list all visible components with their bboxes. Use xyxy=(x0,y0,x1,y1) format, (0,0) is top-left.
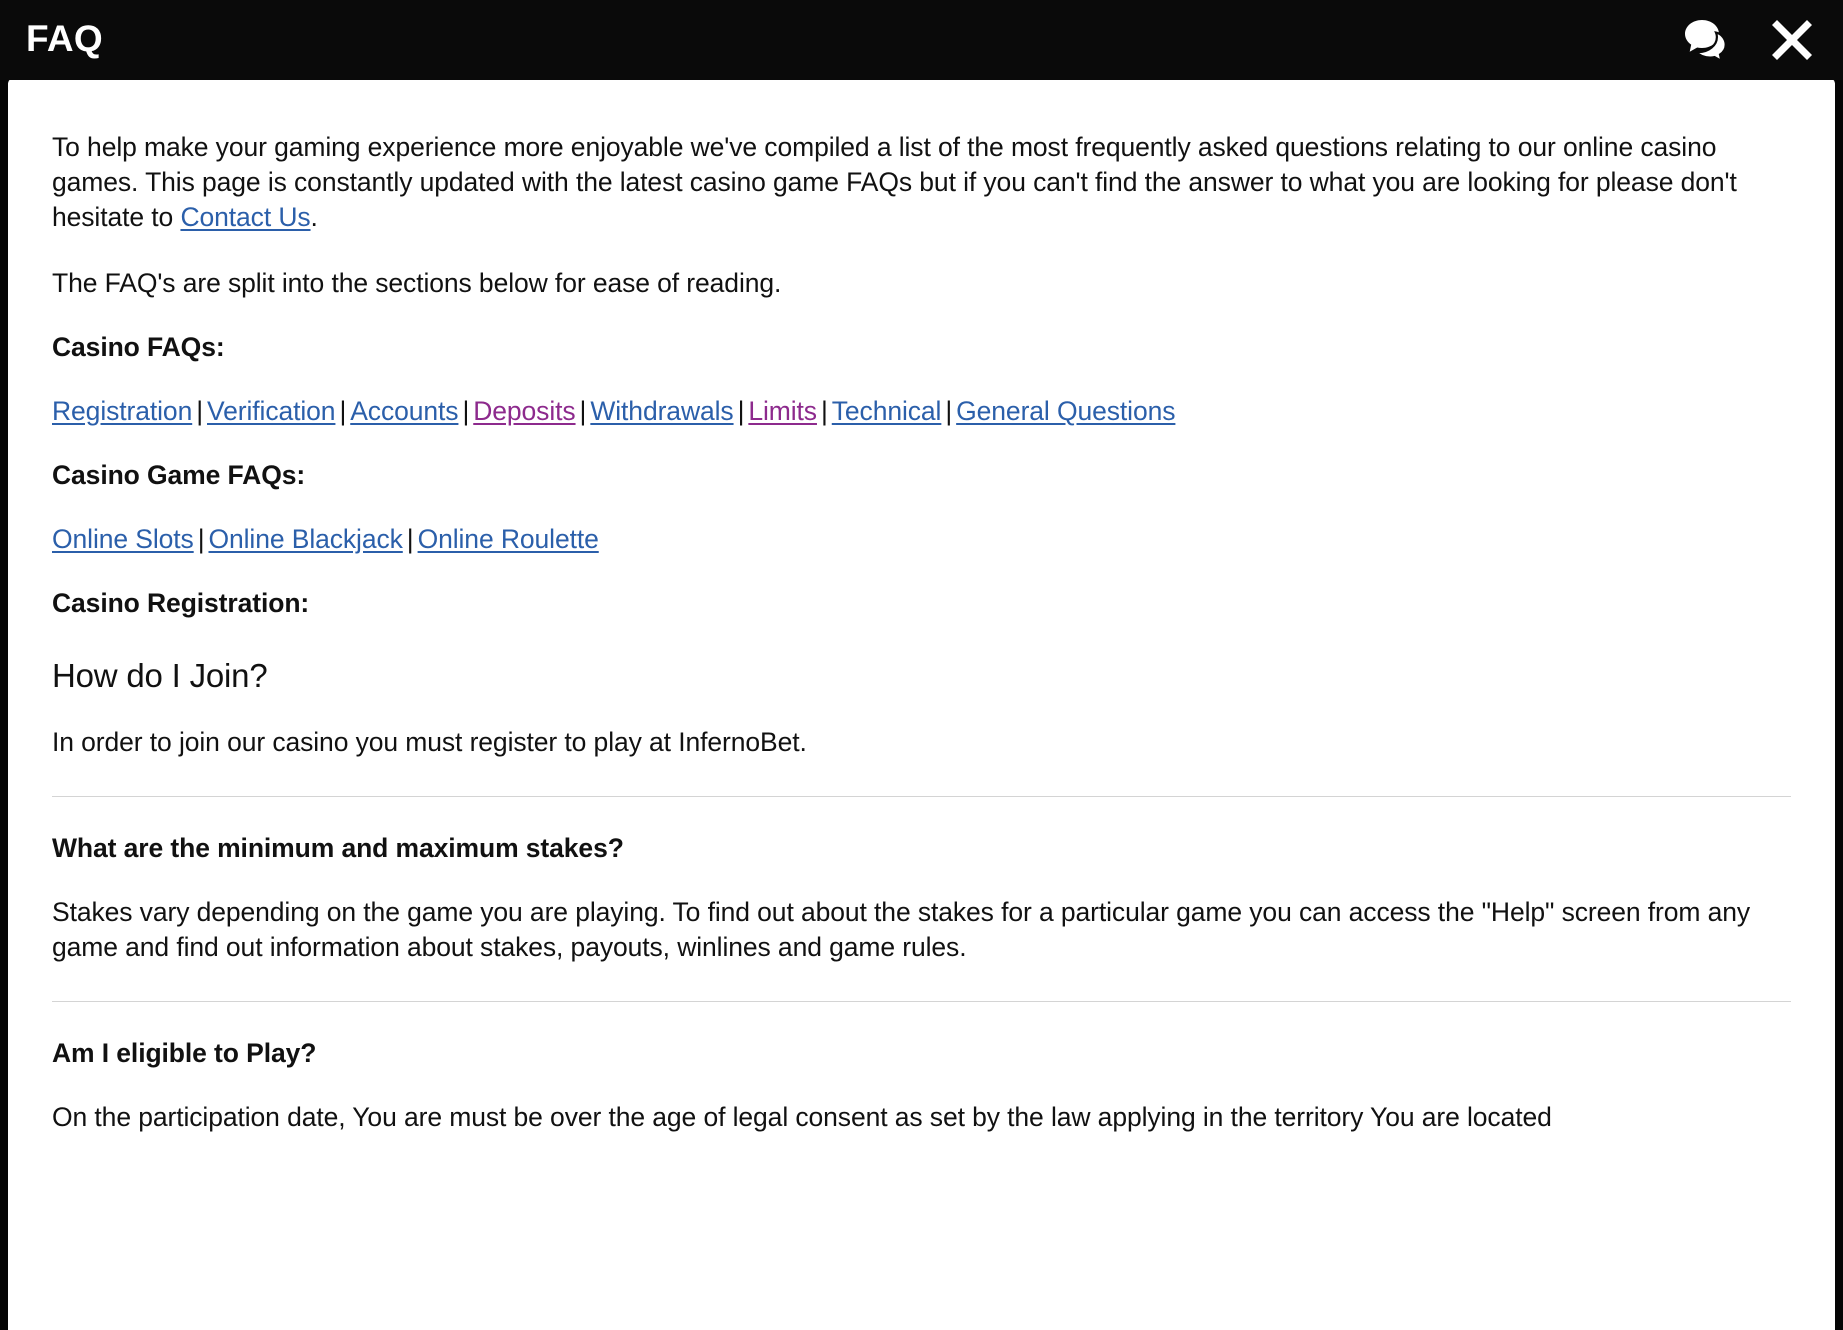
link-online-roulette[interactable]: Online Roulette xyxy=(418,524,599,554)
casino-faqs-link-row: Registration | Verification | Accounts | Depos… xyxy=(52,394,1791,429)
link-separator: | xyxy=(820,395,828,426)
modal-header: FAQ xyxy=(0,0,1843,80)
page-title: FAQ xyxy=(26,17,103,59)
link-separator: | xyxy=(737,395,745,426)
casino-registration-label: Casino Registration: xyxy=(52,587,310,618)
link-general-questions[interactable]: General Questions xyxy=(956,396,1175,426)
intro-text-after-link: . xyxy=(310,201,318,232)
link-separator: | xyxy=(945,395,953,426)
faq-answer-how-do-i-join: In order to join our casino you must reg… xyxy=(52,726,807,757)
faq-entry-stakes: What are the minimum and maximum stakes?… xyxy=(52,833,1791,965)
link-online-blackjack[interactable]: Online Blackjack xyxy=(208,524,402,554)
header-actions xyxy=(1683,17,1821,63)
faq-entry-eligibility: Am I eligible to Play? On the participat… xyxy=(52,1038,1791,1135)
faq-question-eligibility: Am I eligible to Play? xyxy=(52,1037,317,1068)
faq-answer-eligibility: On the participation date, You are must … xyxy=(52,1101,1552,1132)
faq-answer-stakes: Stakes vary depending on the game you ar… xyxy=(52,896,1751,962)
link-separator: | xyxy=(462,395,470,426)
faq-modal-window: FAQ To help make your gaming experience … xyxy=(0,0,1843,1330)
contact-us-link[interactable]: Contact Us xyxy=(180,202,310,232)
faq-question-stakes: What are the minimum and maximum stakes? xyxy=(52,832,624,863)
link-online-slots[interactable]: Online Slots xyxy=(52,524,194,554)
close-x-icon[interactable] xyxy=(1769,17,1815,63)
casino-game-faqs-link-row: Online Slots | Online Blackjack | Online Rou… xyxy=(52,522,1791,557)
section-divider xyxy=(52,1000,1791,1002)
link-verification[interactable]: Verification xyxy=(207,396,336,426)
faq-article: To help make your gaming experience more… xyxy=(52,130,1791,1135)
link-limits[interactable]: Limits xyxy=(748,396,817,426)
faq-entry-how-do-i-join: How do I Join? In order to join our casi… xyxy=(52,657,1791,760)
link-withdrawals[interactable]: Withdrawals xyxy=(590,396,733,426)
link-separator: | xyxy=(197,523,205,554)
faq-content-panel: To help make your gaming experience more… xyxy=(8,78,1835,1330)
link-separator: | xyxy=(406,523,414,554)
link-deposits[interactable]: Deposits xyxy=(473,396,575,426)
link-accounts[interactable]: Accounts xyxy=(350,396,458,426)
link-separator: | xyxy=(196,395,203,426)
link-technical[interactable]: Technical xyxy=(832,396,942,426)
sections-note-paragraph: The FAQ's are split into the sections be… xyxy=(52,267,782,298)
casino-game-faqs-label: Casino Game FAQs: xyxy=(52,459,306,490)
link-separator: | xyxy=(339,395,347,426)
casino-faqs-label: Casino FAQs: xyxy=(52,331,225,362)
link-registration[interactable]: Registration xyxy=(52,396,192,426)
faq-question-how-do-i-join: How do I Join? xyxy=(52,656,268,694)
intro-paragraph: To help make your gaming experience more… xyxy=(52,130,1791,235)
link-separator: | xyxy=(579,395,587,426)
section-divider xyxy=(52,795,1791,797)
chat-bubbles-icon[interactable] xyxy=(1683,19,1735,61)
